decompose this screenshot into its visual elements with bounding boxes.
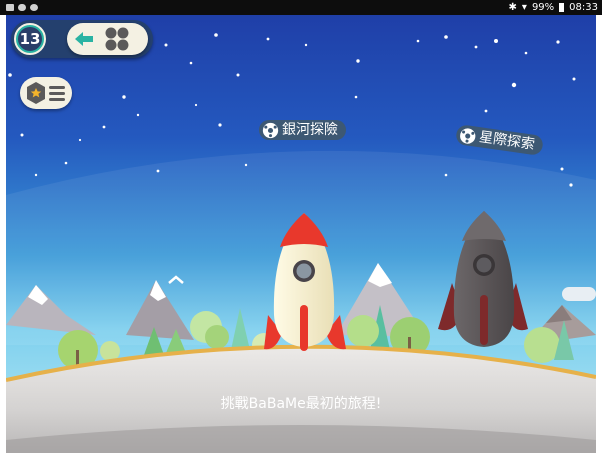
- wifi-icon: ▾: [521, 2, 527, 13]
- game-scene: 13 銀河探險 星際探索: [5, 15, 597, 453]
- mission-label-galaxy[interactable]: 銀河探險: [259, 120, 346, 140]
- cloud-icon: [18, 4, 26, 11]
- scene-canvas: [5, 15, 597, 453]
- status-left-icons: [6, 0, 38, 15]
- battery-icon: [559, 3, 565, 12]
- arrow-left-icon: [75, 32, 93, 46]
- level-ring-inner: 13: [18, 27, 42, 51]
- caption-text: 挑戰BaBaMe最初的旅程!: [220, 396, 382, 412]
- level-number: 13: [19, 30, 41, 48]
- grid-button[interactable]: [102, 25, 132, 53]
- settings-notify-icon: [30, 4, 38, 11]
- status-bar: ✱ ▾ 99% 08:33: [0, 0, 602, 15]
- soccer-ball-icon: [460, 127, 476, 144]
- mission-label-text: 銀河探險: [282, 122, 338, 138]
- level-badge[interactable]: 13: [14, 23, 46, 55]
- back-button[interactable]: [72, 29, 96, 49]
- menu-button[interactable]: [20, 77, 72, 109]
- clock: 08:33: [569, 2, 598, 13]
- soccer-ball-icon: [262, 122, 279, 138]
- image-icon: [6, 4, 14, 11]
- bluetooth-icon: ✱: [508, 2, 517, 13]
- star-hexagon-icon: [27, 82, 45, 104]
- menu-icon-group: [27, 82, 65, 104]
- list-icon: [49, 86, 65, 101]
- four-dots-icon: [105, 27, 129, 51]
- status-right-icons: ✱ ▾ 99% 08:33: [509, 0, 598, 15]
- battery-text: 99%: [531, 2, 555, 13]
- game-screen: ✱ ▾ 99% 08:33 13 銀河探險 星際探索 挑戰BaBaMe最初的旅程…: [0, 0, 602, 453]
